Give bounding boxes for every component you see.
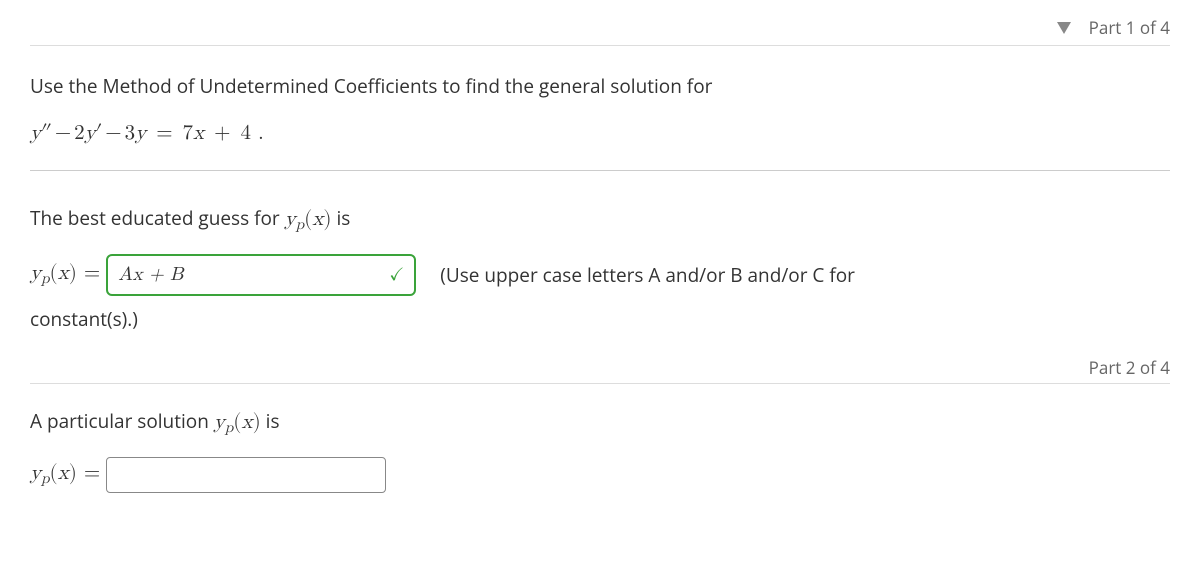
- guess-prompt-pre: The best educated guess for: [30, 205, 285, 231]
- particular-prompt-pre: A particular solution: [30, 408, 214, 434]
- problem-intro: Use the Method of Undetermined Coefficie…: [30, 70, 1170, 102]
- part-1-body: The best educated guess for yp(x) is yp(…: [30, 171, 1170, 342]
- part-2-label: Part 2 of 4: [1089, 356, 1170, 379]
- guess-hint-line2: constant(s).): [30, 306, 1170, 332]
- guess-prompt-post: is: [332, 205, 351, 231]
- particular-prompt: A particular solution yp(x) is: [30, 408, 1170, 437]
- problem-statement: Use the Method of Undetermined Coefficie…: [30, 46, 1170, 171]
- check-icon: ✓: [389, 264, 404, 286]
- particular-input[interactable]: [106, 457, 386, 493]
- particular-answer-row: yp(x) =: [30, 457, 1170, 493]
- part-1-label: Part 1 of 4: [1089, 16, 1170, 39]
- yp-equals-label: yp(x) =: [30, 261, 100, 288]
- guess-answer-row: yp(x) = Ax + B ✓ (Use upper case letters…: [30, 254, 1170, 296]
- guess-input[interactable]: Ax + B ✓: [106, 254, 416, 296]
- part-1-header: Part 1 of 4: [30, 10, 1170, 46]
- problem-equation: y″−2y′−3y = 7x + 4 .: [30, 116, 1170, 152]
- particular-prompt-post: is: [261, 408, 280, 434]
- guess-hint: (Use upper case letters A and/or B and/o…: [440, 262, 855, 288]
- yp-equals-label-2: yp(x) =: [30, 461, 100, 488]
- guess-input-value: Ax + B: [118, 263, 183, 286]
- guess-prompt: The best educated guess for yp(x) is: [30, 205, 1170, 234]
- yp-expression: yp(x): [285, 209, 332, 230]
- collapse-triangle-icon[interactable]: [1057, 22, 1071, 34]
- yp-expression-2: yp(x): [214, 412, 261, 433]
- part-2-body: A particular solution yp(x) is yp(x) =: [30, 384, 1170, 509]
- part-2-header: Part 2 of 4: [30, 352, 1170, 384]
